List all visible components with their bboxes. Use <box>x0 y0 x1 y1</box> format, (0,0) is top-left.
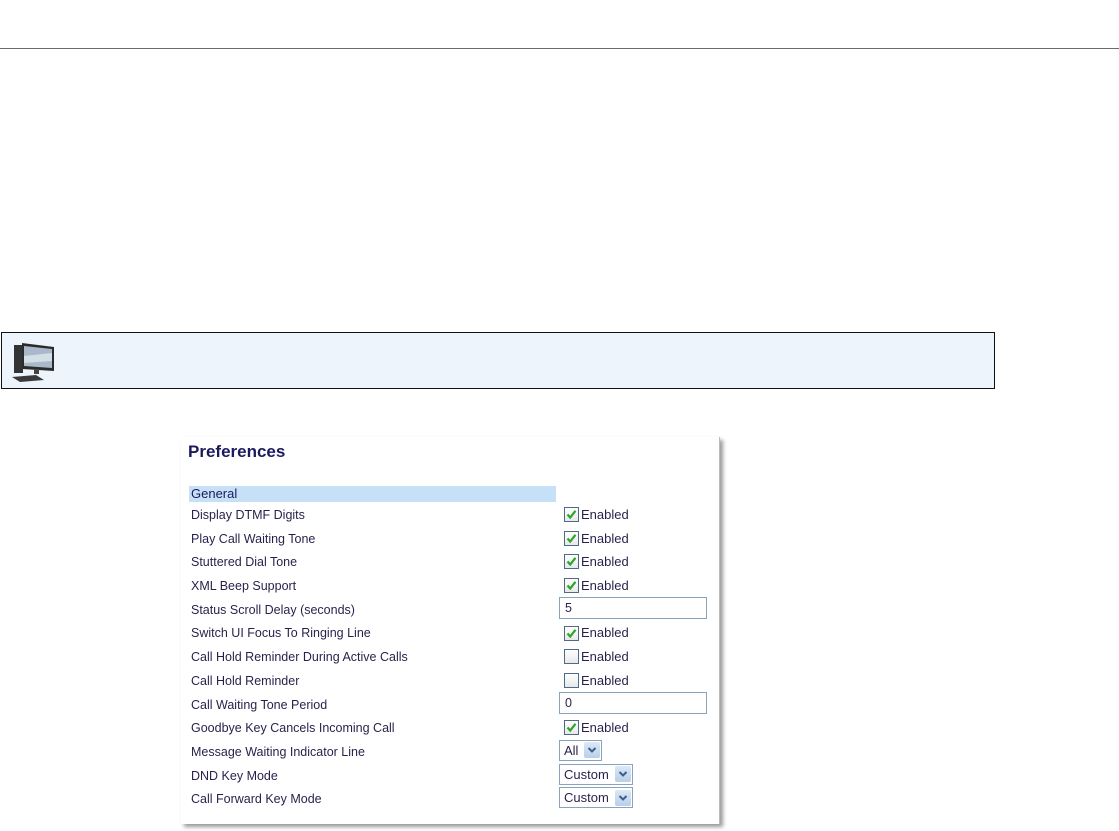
play-call-waiting-tone-label: Play Call Waiting Tone <box>191 531 316 546</box>
status-scroll-delay-seconds-input[interactable] <box>559 596 707 619</box>
xml-beep-support-checkbox-field[interactable]: Enabled <box>564 578 629 594</box>
enabled-label: Enabled <box>581 625 629 641</box>
enabled-label: Enabled <box>581 530 629 546</box>
enabled-label: Enabled <box>581 672 629 688</box>
preference-row: Call Hold Reminder During Active Calls En… <box>181 646 719 670</box>
top-divider <box>0 48 1119 49</box>
stuttered-dial-tone-label: Stuttered Dial Tone <box>191 555 298 570</box>
select-value: Custom <box>564 766 609 782</box>
preference-row: Goodbye Key Cancels Incoming Call Enabled <box>181 717 719 741</box>
message-waiting-indicator-line-label: Message Waiting Indicator Line <box>191 744 365 759</box>
call-forward-key-mode-select[interactable]: Custom <box>559 787 633 809</box>
info-banner <box>1 332 995 389</box>
call-hold-reminder-during-active-calls-label: Call Hold Reminder During Active Calls <box>191 650 408 665</box>
preference-row: Switch UI Focus To Ringing Line Enabled <box>181 622 719 646</box>
chevron-down-icon[interactable] <box>614 789 631 806</box>
preference-row: Call Forward Key Mode Custom <box>181 787 719 812</box>
status-scroll-delay-seconds-label: Status Scroll Delay (seconds) <box>191 602 355 617</box>
checkbox[interactable] <box>564 720 579 736</box>
preferences-list: Display DTMF Digits Enabled Play Call Wait… <box>181 504 719 812</box>
preferences-panel: Preferences General Display DTMF Digits E… <box>181 437 720 824</box>
page-title: Preferences <box>188 442 286 461</box>
call-waiting-tone-period-input[interactable] <box>559 691 707 714</box>
checkbox[interactable] <box>564 672 579 688</box>
computer-icon <box>12 343 54 382</box>
enabled-label: Enabled <box>581 507 629 522</box>
goodbye-key-cancels-incoming-call-checkbox-field[interactable]: Enabled <box>564 720 629 736</box>
enabled-label: Enabled <box>581 649 629 665</box>
preference-row: Display DTMF Digits Enabled <box>181 504 719 528</box>
select-value: All <box>564 742 579 758</box>
stuttered-dial-tone-checkbox-field[interactable]: Enabled <box>564 554 629 570</box>
call-waiting-tone-period-label: Call Waiting Tone Period <box>191 697 328 712</box>
switch-ui-focus-to-ringing-line-checkbox-field[interactable]: Enabled <box>564 625 629 641</box>
preference-row: Call Waiting Tone Period <box>181 691 719 718</box>
section-header-general: General <box>189 486 556 502</box>
preference-row: DND Key Mode Custom <box>181 763 719 789</box>
goodbye-key-cancels-incoming-call-label: Goodbye Key Cancels Incoming Call <box>191 721 395 736</box>
dnd-key-mode-select[interactable]: Custom <box>559 763 633 785</box>
switch-ui-focus-to-ringing-line-label: Switch UI Focus To Ringing Line <box>191 626 371 641</box>
select-value: Custom <box>564 790 609 806</box>
preference-row: XML Beep Support Enabled <box>181 575 719 599</box>
display-dtmf-digits-checkbox-field[interactable]: Enabled <box>564 507 629 523</box>
call-forward-key-mode-label: Call Forward Key Mode <box>191 792 322 807</box>
xml-beep-support-label: XML Beep Support <box>191 579 297 594</box>
preference-row: Message Waiting Indicator Line All <box>181 739 719 765</box>
play-call-waiting-tone-checkbox-field[interactable]: Enabled <box>564 531 629 547</box>
preference-row: Status Scroll Delay (seconds) <box>181 596 719 623</box>
enabled-label: Enabled <box>581 578 629 594</box>
preference-row: Play Call Waiting Tone Enabled <box>181 528 719 552</box>
call-hold-reminder-label: Call Hold Reminder <box>191 673 300 688</box>
chevron-down-icon[interactable] <box>584 742 601 759</box>
checkbox[interactable] <box>564 530 579 546</box>
checkbox[interactable] <box>564 649 579 665</box>
enabled-label: Enabled <box>581 554 629 570</box>
checkbox[interactable] <box>564 625 579 641</box>
enabled-label: Enabled <box>581 720 629 736</box>
chevron-down-icon[interactable] <box>614 766 631 783</box>
call-hold-reminder-during-active-calls-checkbox-field[interactable]: Enabled <box>564 649 629 665</box>
checkbox[interactable] <box>564 554 579 570</box>
checkbox[interactable] <box>564 578 579 594</box>
checkbox[interactable] <box>564 507 579 523</box>
message-waiting-indicator-line-select[interactable]: All <box>559 739 603 761</box>
preference-row: Stuttered Dial Tone Enabled <box>181 551 719 575</box>
call-hold-reminder-checkbox-field[interactable]: Enabled <box>564 673 629 689</box>
preference-row: Call Hold Reminder Enabled <box>181 670 719 694</box>
dnd-key-mode-label: DND Key Mode <box>191 768 278 783</box>
display-dtmf-digits-label: Display DTMF Digits <box>191 508 305 522</box>
